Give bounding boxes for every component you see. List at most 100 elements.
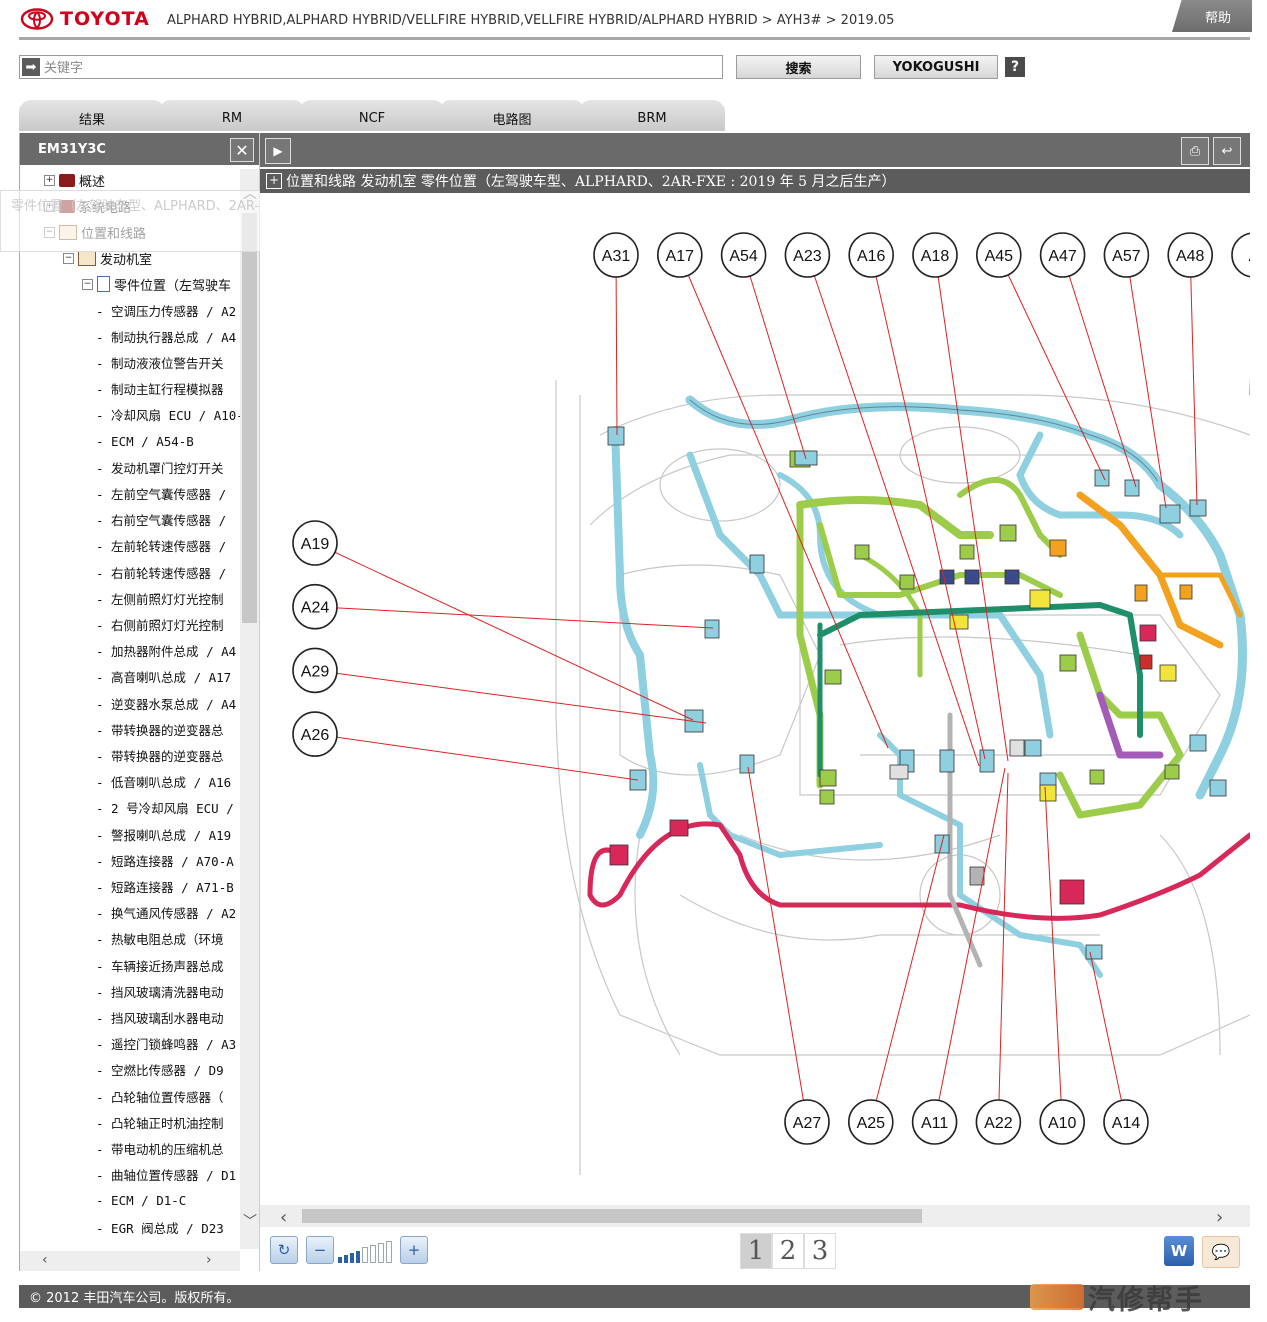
tree-leaf-item[interactable]: - 制动液液位警告开关 [96, 351, 224, 373]
tree-leaf-item[interactable]: - 凸轮轴位置传感器（ [96, 1085, 224, 1107]
tree-leaf-item[interactable]: - 逆变器水泵总成 / A4 [96, 692, 236, 714]
tree-leaf-item[interactable]: - 制动执行器总成 / A4 [96, 325, 236, 347]
tree-leaf-item[interactable]: - 加热器附件总成 / A4 [96, 640, 236, 662]
connector-callout[interactable]: A18 [912, 232, 958, 278]
refresh-icon[interactable]: ↻ [270, 1236, 298, 1264]
zoom-level-indicator[interactable] [338, 1241, 392, 1263]
connector-callout[interactable]: A23 [784, 232, 831, 278]
tree-leaf-item[interactable]: - 空调压力传感器 / A2 [96, 299, 236, 321]
tree-leaf-item[interactable]: - 制动主缸行程模拟器 [96, 378, 224, 400]
zoom-step[interactable] [378, 1243, 384, 1263]
connector-callout[interactable]: A11 [911, 1099, 958, 1145]
connector-callout[interactable]: A57 [1103, 232, 1150, 278]
tree-leaf-item[interactable]: - 带转换器的逆变器总 [96, 744, 224, 766]
question-icon[interactable]: ? [1005, 57, 1025, 77]
plus-icon[interactable]: + [44, 174, 55, 186]
tab-ncf[interactable]: NCF [299, 100, 445, 131]
tree-leaf-item[interactable]: - 车辆接近扬声器总成 [96, 954, 224, 976]
tree-leaf-item[interactable]: - ECM / A54-B [96, 430, 194, 452]
tree-leaf-item[interactable]: - 热敏电阻总成（环境 [96, 928, 224, 950]
tree-leaf-item[interactable]: - 2 号冷却风扇 ECU / [96, 797, 234, 819]
connector-callout[interactable]: A14 [1103, 1099, 1149, 1145]
tree-leaf-item[interactable]: - 挡风玻璃清洗器电动 [96, 980, 224, 1002]
tree-leaf-item[interactable]: - 空燃比传感器 / D9 [96, 1059, 224, 1081]
tab-wiring-diagram[interactable]: 电路图 [439, 100, 585, 131]
connector-callout[interactable]: A48 [1167, 232, 1214, 278]
tree-leaf-item[interactable]: - 短路连接器 / A70-A [96, 849, 234, 871]
close-icon[interactable]: ✕ [230, 138, 254, 162]
tree-leaf-item[interactable]: - 挡风玻璃刮水器电动 [96, 1006, 224, 1028]
tree-leaf-item[interactable]: - 换气通风传感器 / A2 [96, 902, 236, 924]
connector-callout[interactable]: A24 [292, 583, 338, 630]
tab-brm[interactable]: BRM [579, 100, 725, 131]
scrollbar-thumb[interactable] [242, 213, 257, 623]
feedback-icon[interactable]: 💬 [1202, 1236, 1240, 1268]
tree-leaf-item[interactable]: - 冷却风扇 ECU / A10- [96, 404, 244, 426]
tab-rm[interactable]: RM [159, 100, 305, 131]
tree-leaf-item[interactable]: - 右侧前照灯灯光控制 [96, 613, 224, 635]
tree-leaf-item[interactable]: - 左侧前照灯灯光控制 [96, 587, 224, 609]
diagram-horizontal-scrollbar[interactable]: ‹ › [260, 1205, 1250, 1228]
sidebar-vertical-scrollbar[interactable]: ︿ ﹀ [240, 169, 259, 1249]
chevron-left-icon[interactable]: ‹ [42, 1252, 48, 1268]
zoom-step[interactable] [370, 1245, 376, 1263]
page-3[interactable]: 3 [804, 1233, 836, 1269]
tree-leaf-item[interactable]: - 低音喇叭总成 / A16 [96, 771, 231, 793]
minus-icon[interactable]: − [63, 252, 74, 264]
connector-callout[interactable]: A16 [848, 232, 895, 278]
zoom-step[interactable] [350, 1253, 354, 1263]
chevron-right-icon[interactable]: › [1216, 1207, 1223, 1228]
connector-callout[interactable]: A10 [1039, 1099, 1086, 1145]
minus-icon[interactable]: − [82, 278, 93, 290]
zoom-step[interactable] [356, 1251, 360, 1263]
zoom-step[interactable] [362, 1247, 368, 1263]
tree-leaf-item[interactable]: - 短路连接器 / A71-B [96, 875, 234, 897]
connector-callout[interactable]: A47 [1039, 232, 1086, 278]
chevron-left-icon[interactable]: ‹ [280, 1207, 287, 1228]
connector-callout[interactable]: A17 [656, 232, 703, 278]
connector-callout[interactable]: A26 [292, 711, 338, 757]
connector-callout[interactable]: A19 [292, 520, 338, 566]
tree-leaf-item[interactable]: - ECM / D1-C [96, 1190, 186, 1212]
tree-leaf-item[interactable]: - 高音喇叭总成 / A17 [96, 666, 231, 688]
connector-callout[interactable]: A25 [847, 1099, 894, 1145]
tree-leaf-item[interactable]: - 曲轴位置传感器 / D1 [96, 1164, 236, 1186]
zoom-step[interactable] [386, 1241, 392, 1263]
connector-callout[interactable]: A22 [975, 1099, 1022, 1145]
page-1[interactable]: 1 [740, 1233, 772, 1269]
connector-callout[interactable]: A27 [784, 1099, 830, 1145]
connector-callout[interactable]: A45 [975, 232, 1022, 278]
play-icon[interactable]: ▶ [265, 138, 291, 164]
print-icon[interactable]: ⎙ [1181, 137, 1209, 165]
connector-callout[interactable]: A29 [292, 647, 338, 694]
expand-icon[interactable]: + [266, 173, 282, 189]
tree-leaf-item[interactable]: - 右前空气囊传感器 / [96, 509, 226, 531]
connector-callout[interactable]: A [1231, 232, 1250, 278]
tree-leaf-item[interactable]: - EGR 阀总成 / D23 [96, 1216, 224, 1238]
word-export-icon[interactable]: W [1164, 1236, 1194, 1266]
tree-leaf-item[interactable]: - 左前轮转速传感器 / [96, 535, 226, 557]
page-2[interactable]: 2 [772, 1233, 804, 1269]
connector-callout[interactable]: A54 [720, 232, 767, 278]
tree-leaf-item[interactable]: - 遥控门锁蜂鸣器 / A3 [96, 1033, 236, 1055]
zoom-step[interactable] [338, 1257, 342, 1263]
connector-callout[interactable]: A31 [593, 232, 639, 278]
scrollbar-thumb[interactable] [302, 1209, 922, 1223]
tab-results[interactable]: 结果 [19, 100, 165, 131]
tree-leaf-item[interactable]: - 警报喇叭总成 / A19 [96, 823, 231, 845]
tree-leaf-item[interactable]: - 发动机罩门控灯开关 [96, 456, 224, 478]
tree-node[interactable]: − 零件位置（左驾驶车 [82, 273, 231, 295]
search-button[interactable]: 搜索 [736, 55, 861, 79]
tree-leaf-item[interactable]: - 凸轮轴正时机油控制 [96, 1111, 224, 1133]
back-icon[interactable]: ↩ [1213, 137, 1241, 165]
zoom-step[interactable] [344, 1255, 348, 1263]
tree-node[interactable]: + 概述 [44, 169, 105, 191]
tree-leaf-item[interactable]: - 左前空气囊传感器 / [96, 482, 226, 504]
zoom-in-icon[interactable]: + [400, 1236, 428, 1264]
chevron-down-icon[interactable]: ﹀ [243, 1211, 257, 1231]
chevron-right-icon[interactable]: › [206, 1252, 212, 1268]
sidebar-horizontal-scrollbar[interactable]: ‹ › [20, 1251, 240, 1271]
search-input[interactable] [42, 57, 716, 79]
yokogushi-button[interactable]: YOKOGUSHI [874, 55, 998, 79]
tree-leaf-item[interactable]: - 右前轮转速传感器 / [96, 561, 226, 583]
